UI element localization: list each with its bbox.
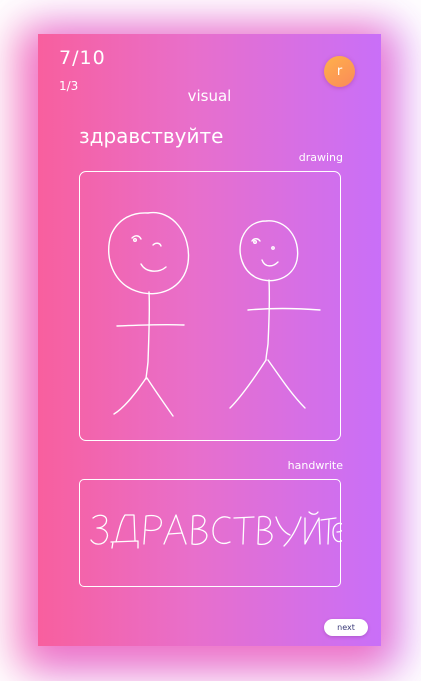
progress-counter: 7/10 [59, 47, 106, 69]
mode-title: visual [187, 87, 232, 105]
handwrite-label: handwrite [287, 459, 343, 472]
target-word: здравствуйте [79, 124, 224, 148]
avatar[interactable]: r [324, 56, 355, 87]
drawing-sketch [107, 211, 321, 417]
avatar-initial: r [336, 64, 343, 79]
drawing-canvas[interactable] [79, 171, 341, 441]
handwriting-sketch [90, 511, 342, 549]
flashcard: 7/10 1/3 visual r здравствуйте drawing h… [38, 34, 381, 646]
drawing-label: drawing [298, 151, 343, 164]
handwrite-canvas[interactable] [79, 479, 342, 587]
next-button[interactable]: next [324, 619, 368, 636]
